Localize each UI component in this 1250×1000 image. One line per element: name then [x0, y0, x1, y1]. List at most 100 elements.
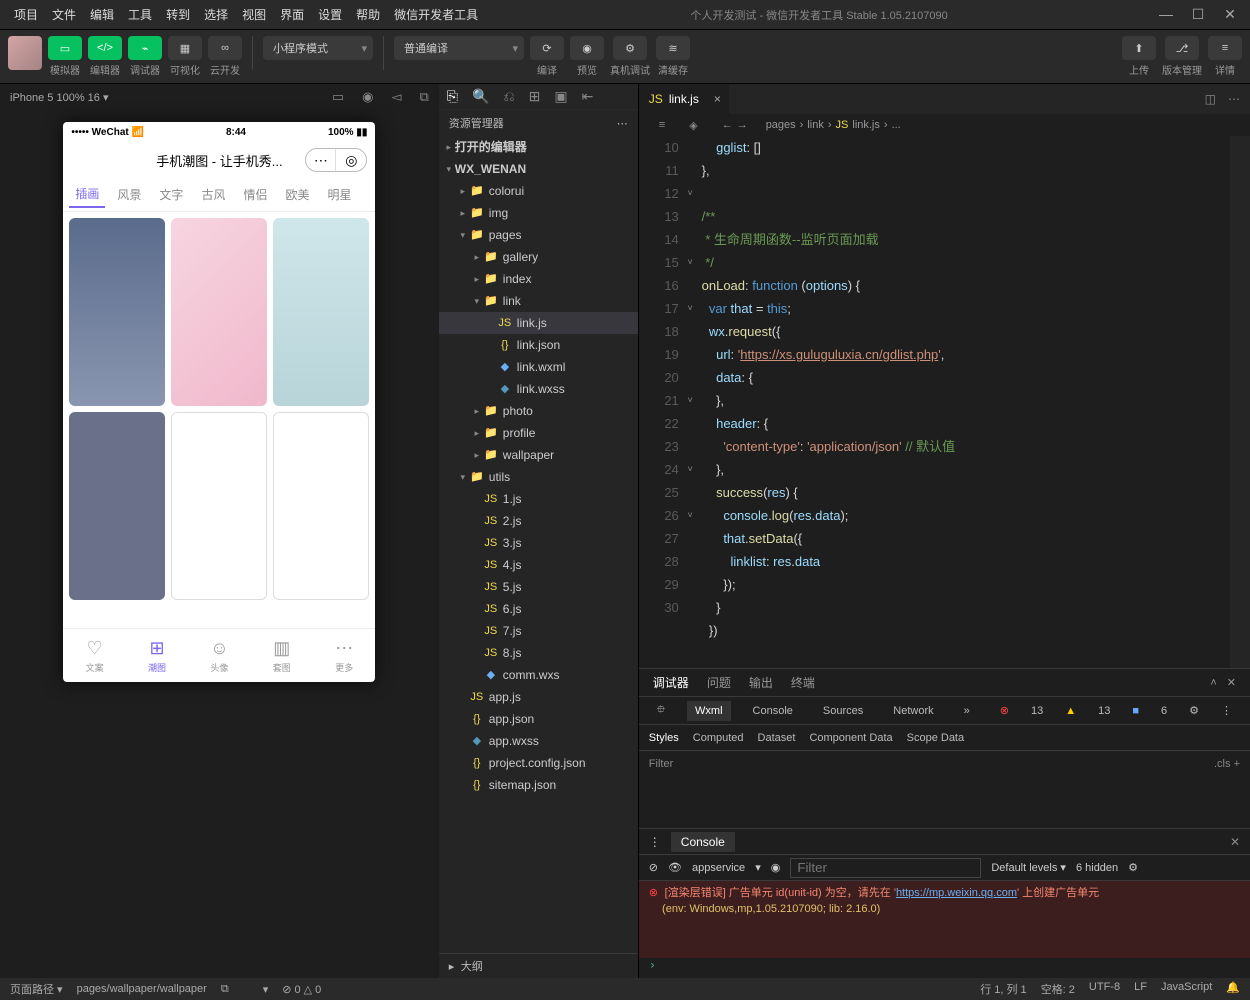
close-icon[interactable]: ✕: [1218, 6, 1242, 23]
tree-link.wxml[interactable]: ◆link.wxml: [439, 356, 638, 378]
tree-link.wxss[interactable]: ◆link.wxss: [439, 378, 638, 400]
device-copy-icon[interactable]: ⧉: [420, 89, 429, 105]
minimize-icon[interactable]: —: [1154, 6, 1178, 23]
editor-tab-active[interactable]: JS link.js ×: [639, 84, 729, 114]
collapse-console-icon[interactable]: ⋮: [649, 835, 661, 849]
cat-tab[interactable]: 欧美: [279, 182, 315, 207]
menu-工具[interactable]: 工具: [122, 2, 158, 27]
wallpaper-item[interactable]: [273, 412, 369, 600]
diagnostics[interactable]: ⊘ 0 △ 0: [282, 983, 321, 996]
indent-info[interactable]: 空格: 2: [1041, 981, 1075, 997]
devtool-tab[interactable]: Network: [885, 701, 941, 721]
outline-section[interactable]: ▸大纲: [439, 953, 638, 978]
style-tab[interactable]: Styles: [649, 732, 679, 744]
tree-app.json[interactable]: {}app.json: [439, 708, 638, 730]
wallpaper-item[interactable]: [171, 412, 267, 600]
tree-img[interactable]: ▸📁img: [439, 202, 638, 224]
tree-5.js[interactable]: JS5.js: [439, 576, 638, 598]
cat-tab[interactable]: 插画: [69, 181, 105, 208]
tree-link.json[interactable]: {}link.json: [439, 334, 638, 356]
console-tab[interactable]: Console: [671, 832, 735, 852]
ext-icon[interactable]: ⇤: [582, 88, 594, 105]
style-filter[interactable]: Filter: [649, 758, 673, 770]
tree-wallpaper[interactable]: ▸📁wallpaper: [439, 444, 638, 466]
devtool-tab[interactable]: Sources: [815, 701, 871, 721]
files-icon[interactable]: ⎘: [447, 88, 458, 105]
dbg-tab[interactable]: 终端: [791, 674, 815, 691]
path-label[interactable]: 页面路径 ▾: [10, 981, 63, 997]
menu-编辑[interactable]: 编辑: [84, 2, 120, 27]
levels-select[interactable]: Default levels ▾: [991, 861, 1066, 874]
nav-item[interactable]: ♡文案: [63, 629, 125, 682]
style-tab[interactable]: Component Data: [809, 732, 892, 744]
tree-7.js[interactable]: JS7.js: [439, 620, 638, 642]
menu-文件[interactable]: 文件: [46, 2, 82, 27]
cat-tab[interactable]: 明星: [321, 182, 357, 207]
menu-转到[interactable]: 转到: [160, 2, 196, 27]
visual-button[interactable]: ▦: [168, 36, 202, 60]
upload-button[interactable]: ⬆: [1122, 36, 1156, 60]
copy-path-icon[interactable]: ⧉: [221, 983, 229, 996]
menu-帮助[interactable]: 帮助: [350, 2, 386, 27]
device-info[interactable]: iPhone 5 100% 16 ▾: [10, 91, 108, 104]
version-button[interactable]: ⎇: [1165, 36, 1199, 60]
maximize-icon[interactable]: ☐: [1186, 6, 1210, 23]
nav-item[interactable]: ⊞潮图: [126, 629, 188, 682]
tree-profile[interactable]: ▸📁profile: [439, 422, 638, 444]
tree-photo[interactable]: ▸📁photo: [439, 400, 638, 422]
search-icon[interactable]: 🔍: [472, 88, 489, 105]
tree-8.js[interactable]: JS8.js: [439, 642, 638, 664]
style-tab[interactable]: Dataset: [758, 732, 796, 744]
cat-tab[interactable]: 古风: [195, 182, 231, 207]
cloud-button[interactable]: ∞: [208, 36, 242, 60]
tree-index[interactable]: ▸📁index: [439, 268, 638, 290]
preview-button[interactable]: ◉: [570, 36, 604, 60]
tree-2.js[interactable]: JS2.js: [439, 510, 638, 532]
tree-utils[interactable]: ▾📁utils: [439, 466, 638, 488]
tree-comm.wxs[interactable]: ◆comm.wxs: [439, 664, 638, 686]
tree-app.wxss[interactable]: ◆app.wxss: [439, 730, 638, 752]
eye-icon[interactable]: 👁: [668, 861, 682, 874]
wallpaper-item[interactable]: [69, 412, 165, 600]
chevron-down-icon[interactable]: ▾: [263, 983, 269, 996]
page-path[interactable]: pages/wallpaper/wallpaper: [77, 983, 207, 995]
wallpaper-item[interactable]: [273, 218, 369, 406]
simulator-button[interactable]: ▭: [48, 36, 82, 60]
more-icon[interactable]: ⋯: [1228, 92, 1240, 106]
wallpaper-item[interactable]: [69, 218, 165, 406]
cat-tab[interactable]: 文字: [153, 182, 189, 207]
tree-6.js[interactable]: JS6.js: [439, 598, 638, 620]
nav-fwd-icon[interactable]: →: [737, 119, 748, 131]
debugger-button[interactable]: ⌁: [128, 36, 162, 60]
tree-gallery[interactable]: ▸📁gallery: [439, 246, 638, 268]
list-icon[interactable]: ≡: [659, 119, 665, 131]
dbg-tab[interactable]: 问题: [707, 674, 731, 691]
cat-tab[interactable]: 情侣: [237, 182, 273, 207]
collapse-icon[interactable]: ˄: [1210, 677, 1216, 689]
project-root[interactable]: ▾WX_WENAN: [439, 158, 638, 180]
code-area[interactable]: 101112˅131415˅1617˅18192021˅222324˅2526˅…: [639, 136, 1250, 668]
console-prompt[interactable]: ›: [639, 958, 1250, 978]
menu-界面[interactable]: 界面: [274, 2, 310, 27]
split-icon[interactable]: ◫: [1205, 92, 1216, 106]
tree-pages[interactable]: ▾📁pages: [439, 224, 638, 246]
menu-选择[interactable]: 选择: [198, 2, 234, 27]
device-phone-icon[interactable]: ▭: [332, 89, 344, 105]
mode-dropdown[interactable]: 小程序模式: [263, 36, 373, 60]
context-select[interactable]: appservice: [692, 862, 745, 874]
style-tab[interactable]: Scope Data: [907, 732, 964, 744]
compile-dropdown[interactable]: 普通编译: [394, 36, 524, 60]
inspect-icon[interactable]: ⯐: [649, 697, 673, 724]
device-mute-icon[interactable]: ◅: [392, 89, 402, 105]
bell-icon[interactable]: 🔔: [1226, 981, 1240, 997]
menu-视图[interactable]: 视图: [236, 2, 272, 27]
tree-project.config.json[interactable]: {}project.config.json: [439, 752, 638, 774]
encoding[interactable]: UTF-8: [1089, 981, 1120, 997]
console-filter[interactable]: [790, 858, 981, 878]
realdebug-button[interactable]: ⚙: [613, 36, 647, 60]
tree-app.js[interactable]: JSapp.js: [439, 686, 638, 708]
tree-colorui[interactable]: ▸📁colorui: [439, 180, 638, 202]
bookmark-icon[interactable]: ◈: [689, 119, 697, 132]
wallpaper-item[interactable]: [171, 218, 267, 406]
git-icon[interactable]: ⎌: [503, 88, 514, 105]
